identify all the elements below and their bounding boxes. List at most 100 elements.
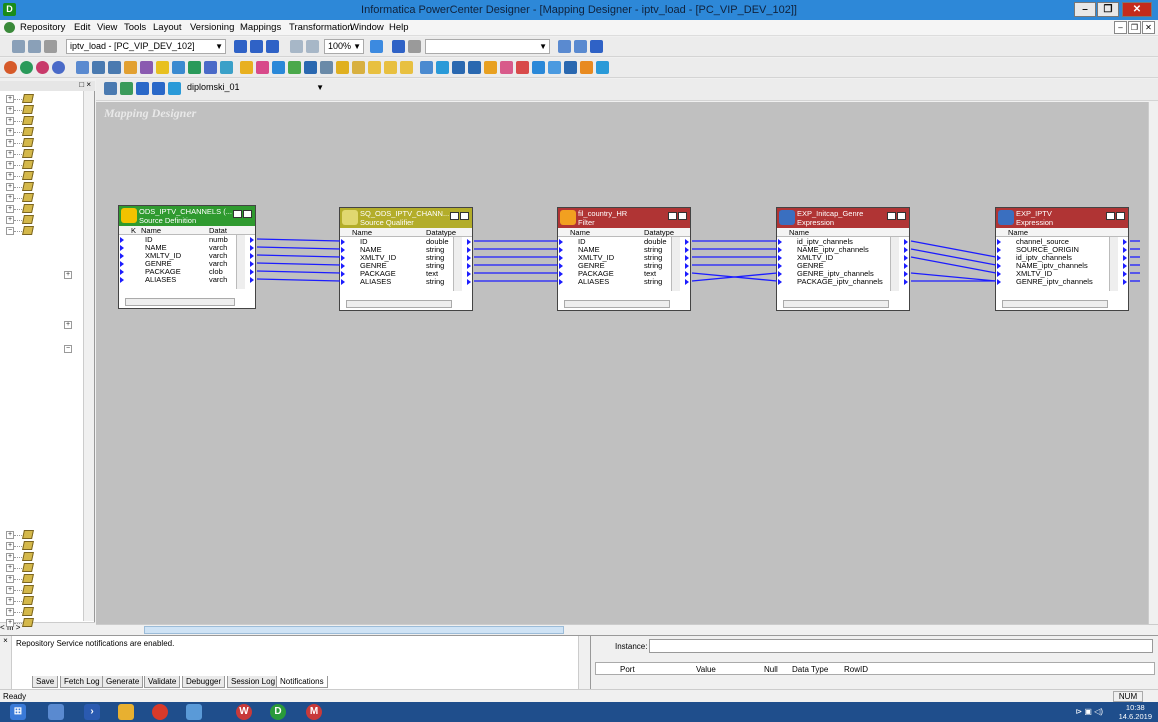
tree-folder-row[interactable]: + [0, 181, 80, 192]
port-hscrollbar[interactable] [346, 300, 452, 308]
tree-folder-row[interactable]: + [0, 93, 80, 104]
output-port-icon[interactable] [685, 271, 689, 277]
expand-icon[interactable]: + [6, 161, 14, 169]
output-port-icon[interactable] [1123, 255, 1127, 261]
input-port-icon[interactable] [559, 239, 563, 245]
expand-icon[interactable]: + [6, 575, 14, 583]
menu-edit[interactable]: Edit [74, 22, 90, 33]
input-port-icon[interactable] [120, 261, 124, 267]
expand-icon[interactable]: + [6, 216, 14, 224]
tree-folder-row[interactable]: + [0, 115, 80, 126]
output-port-icon[interactable] [1123, 247, 1127, 253]
port-scrollbar[interactable] [453, 237, 462, 291]
expand-icon[interactable]: − [6, 227, 14, 235]
arrange-icon[interactable] [392, 40, 405, 53]
output-port-icon[interactable] [685, 247, 689, 253]
layout-icon[interactable] [590, 40, 603, 53]
input-port-icon[interactable] [120, 277, 124, 283]
sql-icon[interactable] [384, 61, 397, 74]
update-strategy-icon[interactable] [304, 61, 317, 74]
output-scrollbar[interactable] [578, 636, 590, 690]
restore-icon[interactable] [450, 212, 459, 220]
expand-icon[interactable]: + [6, 128, 14, 136]
import-icon[interactable] [120, 82, 133, 95]
expand-icon[interactable]: + [6, 183, 14, 191]
expand-icon[interactable]: + [6, 95, 14, 103]
transformation-header[interactable]: EXP_IPTV Expression [996, 208, 1128, 228]
expand-icon[interactable]: + [6, 150, 14, 158]
disconnect-icon[interactable] [28, 40, 41, 53]
zoom-combo[interactable]: 100% ▼ [324, 39, 364, 54]
output-port-icon[interactable] [1123, 271, 1127, 277]
transaction-control-icon[interactable] [500, 61, 513, 74]
input-port-icon[interactable] [778, 247, 782, 253]
input-port-icon[interactable] [120, 269, 124, 275]
menu-repository[interactable]: Repository [20, 22, 65, 33]
menu-versioning[interactable]: Versioning [190, 22, 234, 33]
input-port-icon[interactable] [341, 239, 345, 245]
output-window-icon[interactable] [250, 40, 263, 53]
output-port-icon[interactable] [685, 239, 689, 245]
output-port-icon[interactable] [467, 271, 471, 277]
export-icon[interactable] [136, 82, 149, 95]
output-port-icon[interactable] [904, 255, 908, 261]
tree-folder-row[interactable]: + [0, 126, 80, 137]
joiner-icon[interactable] [240, 61, 253, 74]
expand-icon[interactable]: + [6, 542, 14, 550]
search-combo[interactable]: ▼ [425, 39, 550, 54]
aggregator-icon[interactable] [156, 61, 169, 74]
port-row[interactable]: ALIASES varch [119, 276, 255, 284]
expand-icon[interactable]: + [6, 564, 14, 572]
input-port-icon[interactable] [997, 255, 1001, 261]
port-scrollbar[interactable] [890, 237, 899, 291]
menu-view[interactable]: View [97, 22, 117, 33]
windows-start-icon[interactable]: ⊞ [10, 704, 26, 720]
tab-save[interactable]: Save [32, 676, 59, 688]
target-designer-icon[interactable] [20, 61, 33, 74]
tree-folder-row[interactable]: + [0, 192, 80, 203]
system-tray-icons[interactable]: ⊳ ▣ ◁) [1075, 707, 1103, 716]
data-masking-icon[interactable] [436, 61, 449, 74]
tab-validate[interactable]: Validate [144, 676, 181, 688]
stored-procedure-icon[interactable] [320, 61, 333, 74]
tree-folder-row[interactable]: + [0, 203, 80, 214]
expand-icon[interactable]: + [6, 597, 14, 605]
custom-icon[interactable] [352, 61, 365, 74]
col-rowid[interactable]: RowID [844, 665, 868, 674]
expand-icon[interactable]: + [6, 139, 14, 147]
mapplet-input-icon[interactable] [596, 61, 609, 74]
tree-folder-row[interactable]: + [0, 551, 80, 562]
expand-icon[interactable]: + [6, 205, 14, 213]
output-port-icon[interactable] [904, 271, 908, 277]
match-icon[interactable] [468, 61, 481, 74]
tree-folder-row[interactable]: + [0, 214, 80, 225]
expand-icon[interactable]: + [6, 619, 14, 627]
minimize-icon[interactable] [897, 212, 906, 220]
menu-transformation[interactable]: Transformation [289, 22, 353, 33]
tree-folder-row[interactable]: − [0, 225, 80, 236]
port-hscrollbar[interactable] [783, 300, 889, 308]
expand-icon[interactable]: + [6, 172, 14, 180]
transformation-developer-icon[interactable] [36, 61, 49, 74]
tab-notifications[interactable]: Notifications [276, 676, 328, 688]
input-port-icon[interactable] [778, 255, 782, 261]
tree-folder-row[interactable]: + [0, 159, 80, 170]
output-port-icon[interactable] [904, 263, 908, 269]
expand-icon[interactable]: − [64, 345, 72, 353]
output-port-icon[interactable] [1123, 263, 1127, 269]
minimize-icon[interactable] [1116, 212, 1125, 220]
expression-icon[interactable] [140, 61, 153, 74]
informatica-workflow-icon[interactable]: W [236, 704, 252, 720]
transformation-box[interactable]: EXP_Initcap_Genre Expression Name id_iptv_c… [776, 207, 910, 311]
tree-folder-row[interactable]: + [0, 148, 80, 159]
expand-icon[interactable]: + [64, 321, 72, 329]
zoom-out-icon[interactable] [306, 40, 319, 53]
port-scrollbar[interactable] [236, 235, 245, 289]
output-port-icon[interactable] [904, 239, 908, 245]
menu-window[interactable]: Window [350, 22, 384, 33]
input-port-icon[interactable] [997, 263, 1001, 269]
output-port-icon[interactable] [250, 237, 254, 243]
xml-parser-icon[interactable] [564, 61, 577, 74]
input-port-icon[interactable] [778, 239, 782, 245]
output-port-icon[interactable] [685, 279, 689, 285]
